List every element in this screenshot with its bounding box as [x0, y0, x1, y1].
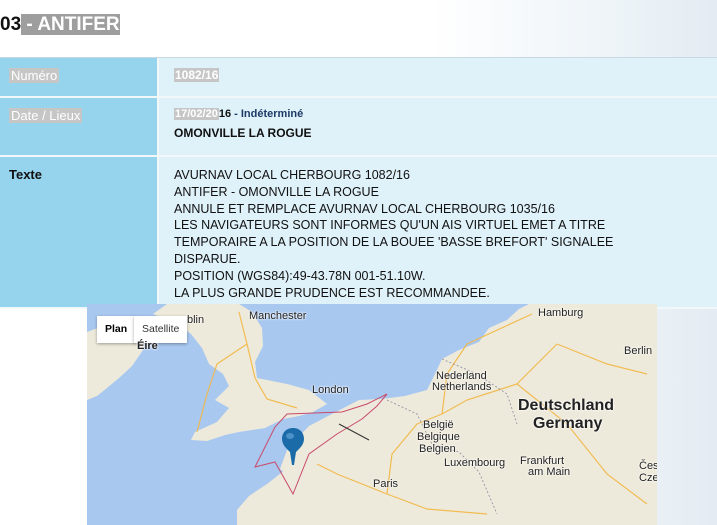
date-highlight: 17/02/20: [174, 108, 219, 120]
city-label: am Main: [528, 466, 571, 478]
label-texte: Texte: [0, 157, 159, 307]
label-numero: Numéro: [0, 58, 159, 96]
city-label: Belgique: [417, 431, 460, 443]
city-label: Luxembourg: [444, 457, 506, 469]
texte-line: LES NAVIGATEURS SONT INFORMES QU'UN AIS …: [174, 218, 606, 233]
texte-line: POSITION (WGS84):49-43.78N 001-51.10W.: [174, 268, 426, 283]
city-label: Paris: [373, 478, 399, 490]
date-line: 17/02/2016 - Indéterminé: [174, 108, 702, 120]
row-texte: Texte AVURNAV LOCAL CHERBOURG 1082/16 AN…: [0, 157, 717, 309]
notice-table: Numéro 1082/16 Date / Lieux 17/02/2016 -…: [0, 57, 717, 309]
city-label: België: [423, 419, 454, 431]
map-plan-button[interactable]: Plan: [97, 316, 137, 343]
texte-line: DISPARUE.: [174, 251, 241, 266]
map-satellite-button[interactable]: Satellite: [134, 316, 188, 343]
map-pin-icon[interactable]: [281, 428, 305, 466]
texte-line: AVURNAV LOCAL CHERBOURG 1082/16: [174, 168, 410, 182]
city-label: Éire: [137, 340, 158, 352]
texte-line: ANNULE ET REMPLACE AVURNAV LOCAL CHERBOU…: [174, 201, 555, 216]
city-label: Manchester: [249, 310, 307, 322]
map-view[interactable]: Plan Satellite blin Éire Manchester Lond…: [87, 304, 657, 525]
city-label: Netherlands: [432, 381, 492, 393]
row-date-lieux: Date / Lieux 17/02/2016 - Indéterminé OM…: [0, 98, 717, 157]
date-separator: -: [231, 108, 241, 120]
city-label: Cze: [639, 472, 657, 484]
row-numero: Numéro 1082/16: [0, 58, 717, 98]
title-number: 03: [0, 14, 22, 35]
date-status: Indéterminé: [240, 108, 304, 120]
label-date-lieux: Date / Lieux: [0, 98, 159, 155]
value-numero: 1082/16: [159, 58, 717, 96]
city-label: Hamburg: [538, 307, 584, 319]
place-name: OMONVILLE LA ROGUE: [174, 126, 312, 140]
country-label: Germany: [533, 415, 603, 432]
city-label: Belgien: [419, 443, 456, 455]
city-label: London: [312, 384, 349, 396]
date-rest: 16: [218, 108, 232, 120]
texte-line: LA PLUS GRANDE PRUDENCE EST RECOMMANDEE.: [174, 285, 490, 300]
city-label: Česk: [639, 460, 657, 472]
title-name: - ANTIFER: [21, 14, 120, 35]
value-date-lieux: 17/02/2016 - Indéterminé OMONVILLE LA RO…: [159, 98, 717, 155]
city-label: blin: [187, 314, 205, 326]
value-texte: AVURNAV LOCAL CHERBOURG 1082/16 ANTIFER …: [159, 157, 717, 307]
page-title: 03 - ANTIFER: [0, 12, 120, 38]
texte-line: ANTIFER - OMONVILLE LA ROGUE: [174, 184, 379, 199]
city-label: Berlin: [624, 345, 653, 357]
country-label: Deutschland: [518, 397, 615, 414]
texte-line: TEMPORAIRE A LA POSITION DE LA BOUEE 'BA…: [174, 235, 614, 250]
